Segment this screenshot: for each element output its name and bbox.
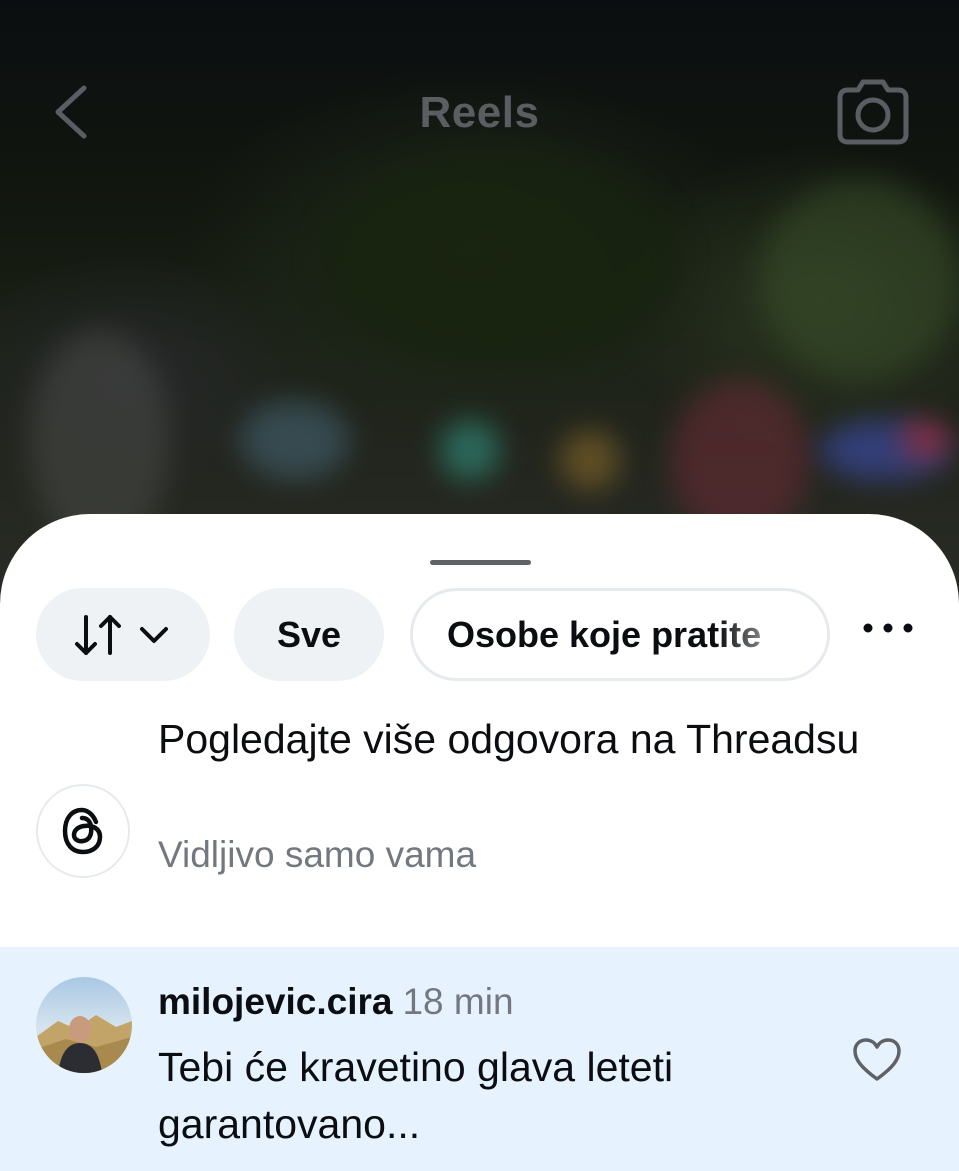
more-options-button[interactable] — [858, 608, 918, 648]
filter-all-chip[interactable]: Sve — [234, 588, 384, 681]
video-blur — [240, 400, 350, 480]
comment-item[interactable]: milojevic.cira 18 min Tebi će kravetino g… — [0, 947, 959, 1171]
filter-following-chip[interactable]: Osobe koje pratite — [410, 588, 830, 681]
comment-meta: milojevic.cira 18 min — [158, 981, 514, 1023]
sort-button[interactable] — [36, 588, 210, 681]
sort-arrows-icon — [75, 614, 121, 655]
avatar[interactable] — [36, 977, 132, 1073]
more-horizontal-icon — [863, 623, 913, 633]
heart-icon — [853, 1038, 901, 1081]
filter-following-label: Osobe koje pratite — [447, 613, 762, 655]
comment-filters: Sve Osobe koje pratite — [0, 588, 959, 684]
threads-logo-icon — [62, 807, 103, 855]
comment-time: 18 min — [402, 981, 514, 1022]
comment-username[interactable]: milojevic.cira — [158, 981, 392, 1022]
threads-promo-title[interactable]: Pogledajte više odgovora na Threadsu — [158, 712, 878, 767]
comment-text: Tebi će kravetino glava leteti garantova… — [158, 1044, 674, 1147]
like-button[interactable] — [850, 1035, 904, 1085]
threads-promo-subtitle: Vidljivo samo vama — [158, 834, 477, 875]
threads-logo — [36, 784, 130, 878]
avatar-photo — [36, 977, 132, 1073]
sheet-grabber[interactable] — [430, 560, 531, 565]
chevron-down-icon — [140, 626, 168, 643]
camera-icon — [837, 79, 909, 145]
video-blur — [900, 420, 950, 460]
reels-header: Reels — [0, 0, 959, 230]
video-blur — [560, 430, 620, 490]
page-title: Reels — [419, 88, 540, 137]
video-blur — [440, 420, 500, 480]
comments-sheet: Sve Osobe koje pratite Pogledajte više o… — [0, 514, 959, 1171]
camera-button[interactable] — [834, 74, 912, 148]
chip-fade — [717, 591, 827, 678]
